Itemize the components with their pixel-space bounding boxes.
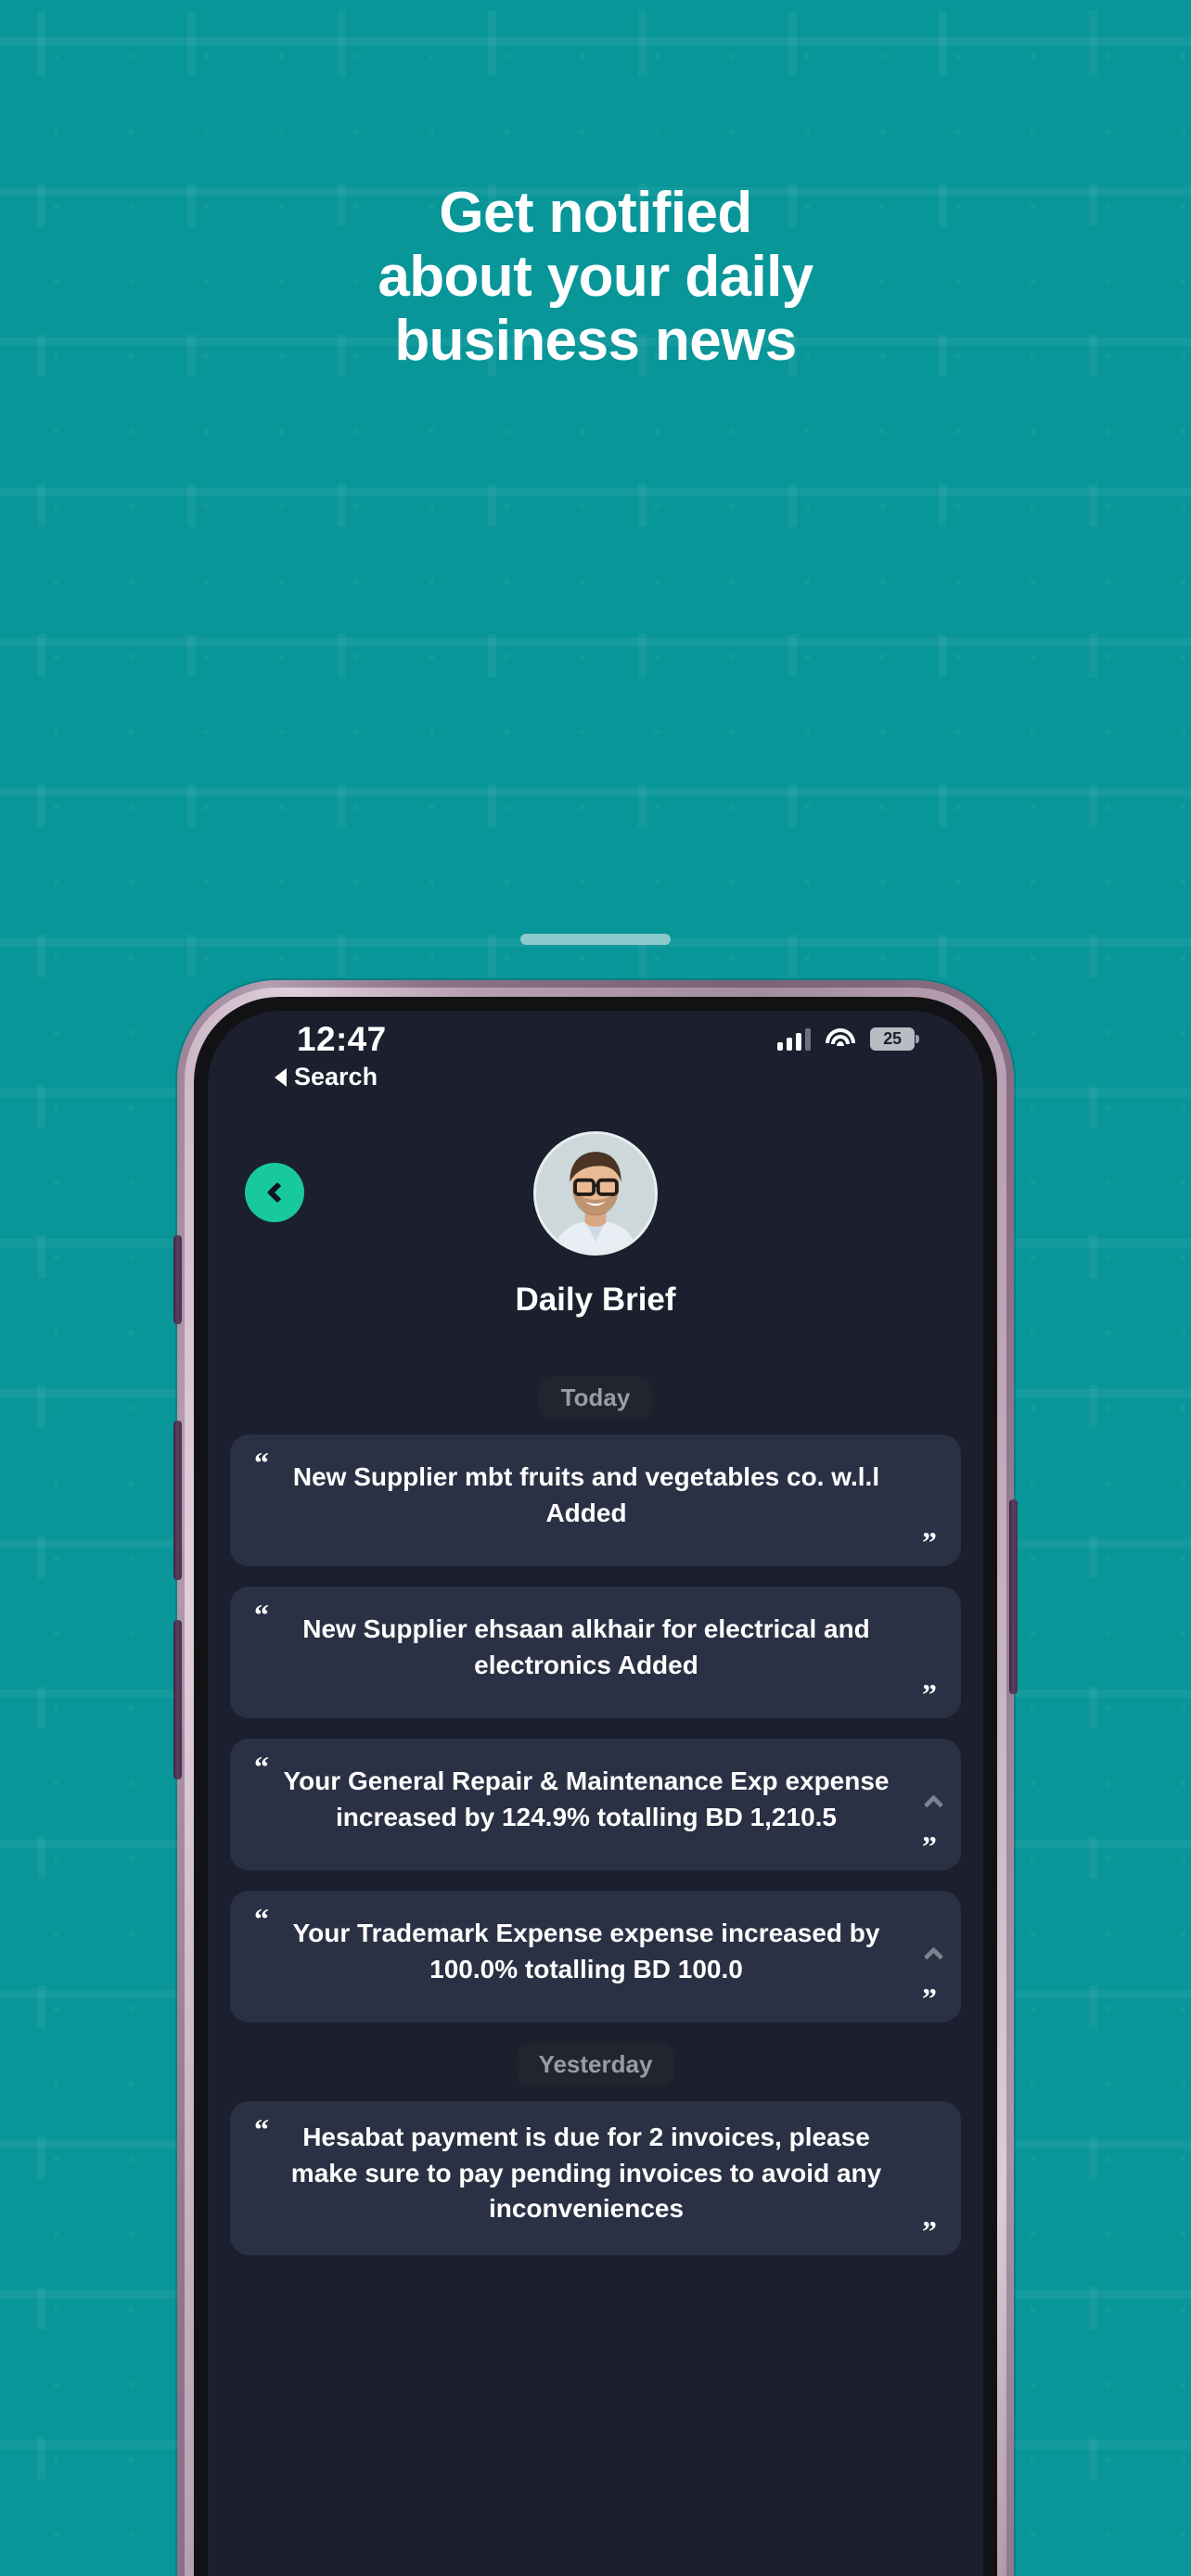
notification-card[interactable]: “ New Supplier ehsaan alkhair for electr…: [230, 1587, 961, 1718]
status-bar: 12:47 Search 25: [208, 1011, 983, 1122]
phone-device-mockup: 12:47 Search 25 Daily Brief Today “ New …: [173, 980, 1018, 2576]
volume-down-button[interactable]: [173, 1620, 182, 1779]
notifications-feed[interactable]: Today “ New Supplier mbt fruits and vege…: [208, 1363, 983, 2576]
notification-card[interactable]: “ Hesabat payment is due for 2 invoices,…: [230, 2101, 961, 2255]
notification-text: Your General Repair & Maintenance Exp ex…: [283, 1766, 890, 1831]
quote-close-icon: ”: [922, 1982, 937, 2015]
quote-close-icon: ”: [922, 1830, 937, 1863]
power-button[interactable]: [1009, 1499, 1018, 1694]
quote-open-icon: “: [254, 2112, 269, 2146]
notification-card[interactable]: “ New Supplier mbt fruits and vegetables…: [230, 1435, 961, 1566]
back-triangle-icon: [275, 1067, 287, 1087]
headline-line-3: business news: [394, 308, 797, 373]
avatar[interactable]: [533, 1131, 658, 1256]
day-divider-label: Yesterday: [516, 2043, 675, 2086]
phone-screen: 12:47 Search 25 Daily Brief Today “ New …: [208, 1011, 983, 2576]
quote-close-icon: ”: [922, 2213, 937, 2248]
headline-line-2: about your daily: [378, 244, 813, 309]
day-divider-yesterday: Yesterday: [230, 2043, 961, 2086]
volume-up-button[interactable]: [173, 1421, 182, 1580]
wifi-icon: [826, 1027, 855, 1051]
page-title: Daily Brief: [515, 1282, 676, 1318]
notification-text: New Supplier ehsaan alkhair for electric…: [302, 1614, 870, 1679]
headline-line-1: Get notified: [439, 181, 752, 245]
status-bar-back-to-search[interactable]: Search: [275, 1063, 378, 1091]
notification-card[interactable]: “ Your General Repair & Maintenance Exp …: [230, 1739, 961, 1870]
quote-open-icon: “: [254, 1902, 269, 1935]
battery-level-label: 25: [883, 1029, 902, 1048]
notification-text: New Supplier mbt fruits and vegetables c…: [292, 1462, 880, 1527]
day-divider-today: Today: [230, 1376, 961, 1420]
status-bar-back-label: Search: [294, 1063, 378, 1090]
battery-icon: 25: [870, 1027, 919, 1051]
chevron-right-icon[interactable]: [923, 1946, 944, 1967]
profile-header: Daily Brief: [208, 1124, 983, 1365]
promo-headline: Get notified about your daily business n…: [0, 181, 1191, 373]
chevron-right-icon[interactable]: [923, 1794, 944, 1815]
page-indicator-bar[interactable]: [520, 934, 671, 945]
day-divider-label: Today: [538, 1376, 653, 1420]
status-bar-icons: 25: [777, 1027, 919, 1051]
quote-close-icon: ”: [922, 1525, 937, 1559]
quote-close-icon: ”: [922, 1677, 937, 1711]
status-bar-time: 12:47: [297, 1020, 387, 1058]
mute-switch-button[interactable]: [173, 1235, 182, 1324]
notification-text: Hesabat payment is due for 2 invoices, p…: [290, 2123, 882, 2224]
quote-open-icon: “: [254, 1750, 269, 1783]
notification-text: Your Trademark Expense expense increased…: [292, 1919, 880, 1983]
notification-card[interactable]: “ Your Trademark Expense expense increas…: [230, 1891, 961, 2022]
cellular-signal-icon: [777, 1027, 811, 1051]
quote-open-icon: “: [254, 1446, 269, 1479]
quote-open-icon: “: [254, 1598, 269, 1631]
back-button[interactable]: [245, 1163, 304, 1222]
chevron-left-icon: [266, 1181, 288, 1204]
